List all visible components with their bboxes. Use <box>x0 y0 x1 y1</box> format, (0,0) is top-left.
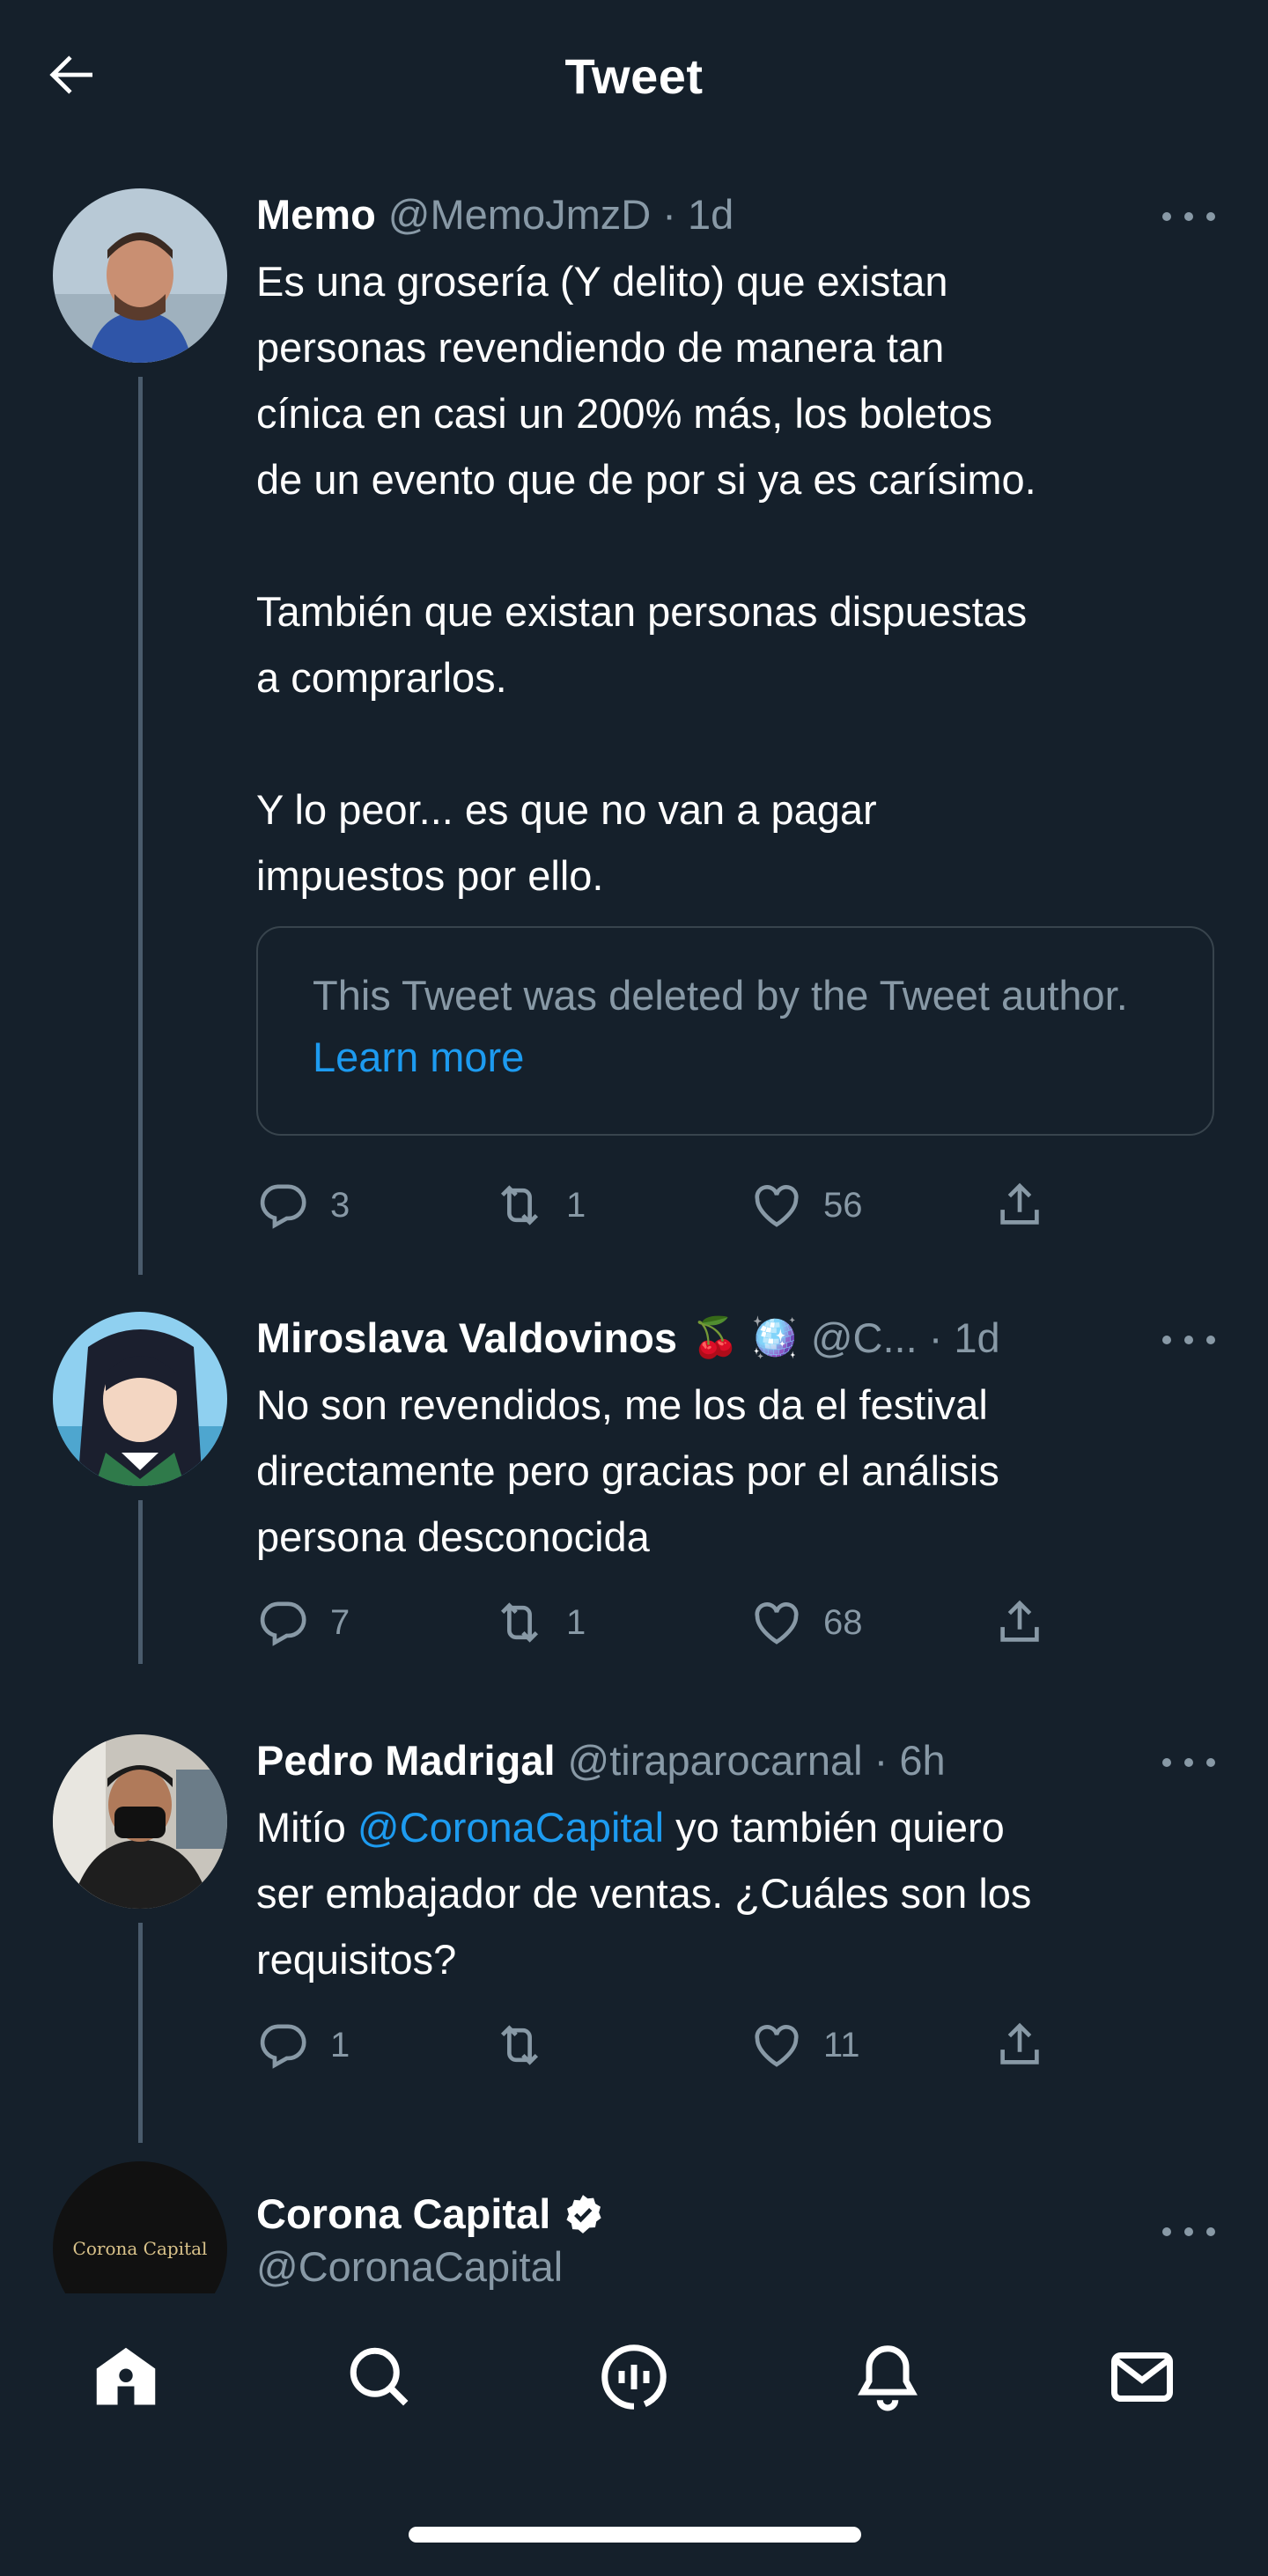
tweet-header: Miroslava Valdovinos 🍒 🪩 @C... · 1d <box>256 1312 1215 1365</box>
home-icon <box>96 2347 156 2405</box>
handle-time[interactable]: @tiraparocarnal · 6h <box>568 1734 946 1787</box>
like-count: 68 <box>823 1602 863 1642</box>
like-button[interactable]: 56 <box>749 1174 863 1236</box>
top-bar: Tweet <box>0 0 1268 151</box>
tweet-actions: 1 11 <box>256 2014 1137 2076</box>
reply-count: 1 <box>330 2025 350 2064</box>
like-button[interactable]: 68 <box>749 1592 863 1653</box>
tweet-text: Es una grosería (Y delito) que existan p… <box>256 258 1036 899</box>
retweet-button[interactable] <box>492 2014 566 2076</box>
tweet-actions: 7 1 68 <box>256 1592 1137 1653</box>
bottom-tab-bar <box>0 2298 1268 2456</box>
tab-notifications[interactable] <box>848 2337 927 2417</box>
reply-button[interactable]: 3 <box>256 1174 350 1236</box>
thread-line <box>138 377 143 1275</box>
home-indicator <box>409 2527 861 2543</box>
display-name[interactable]: Memo <box>256 188 376 241</box>
verified-badge-icon <box>566 2195 601 2234</box>
thread-line <box>138 1923 143 2143</box>
reply-count: 3 <box>330 1185 350 1225</box>
handle-time[interactable]: @C... · 1d <box>811 1312 1000 1365</box>
handle-time[interactable]: @MemoJmzD · 1d <box>388 188 734 241</box>
tweet-text: Mitío @CoronaCapital yo también quiero s… <box>256 1804 1032 1983</box>
like-count: 11 <box>823 2025 860 2064</box>
share-button[interactable] <box>992 1174 1047 1236</box>
reply-icon <box>260 2024 306 2069</box>
retweet-count: 1 <box>566 1602 586 1642</box>
tab-home[interactable] <box>86 2337 166 2417</box>
tweet-miroslava[interactable]: Miroslava Valdovinos 🍒 🪩 @C... · 1d No s… <box>0 1312 1268 1682</box>
deleted-notice: This Tweet was deleted by the Tweet auth… <box>313 972 1128 1019</box>
arrow-left-icon <box>49 55 92 94</box>
more-options-icon[interactable] <box>1162 2214 1215 2249</box>
retweet-icon <box>500 1602 539 1643</box>
more-options-icon[interactable] <box>1162 1745 1215 1780</box>
avatar[interactable] <box>53 188 227 363</box>
mention-link[interactable]: @CoronaCapital <box>358 1804 664 1851</box>
reply-button[interactable]: 1 <box>256 2014 350 2076</box>
tab-search[interactable] <box>340 2337 419 2417</box>
reply-icon <box>260 1184 306 1229</box>
tweet-pedro[interactable]: Pedro Madrigal @tiraparocarnal · 6h Mití… <box>0 1734 1268 2148</box>
display-name[interactable]: Corona Capital <box>256 2188 550 2241</box>
name-emoji: 🍒 🪩 <box>691 1316 799 1359</box>
share-icon <box>1000 1600 1039 1642</box>
thread-line <box>138 1500 143 1664</box>
tweet-header: Corona Capital <box>256 2188 1215 2241</box>
tab-messages[interactable] <box>1102 2337 1182 2417</box>
notifications-icon <box>858 2345 918 2411</box>
display-name[interactable]: Miroslava Valdovinos <box>256 1312 677 1365</box>
more-options-icon[interactable] <box>1162 1322 1215 1358</box>
avatar[interactable] <box>53 1312 227 1486</box>
back-button[interactable] <box>33 44 109 106</box>
retweet-icon <box>500 2025 539 2065</box>
tweet-header: Memo @MemoJmzD · 1d <box>256 188 1215 241</box>
learn-more-link[interactable]: Learn more <box>313 1034 524 1080</box>
search-icon <box>350 2347 409 2406</box>
like-button[interactable]: 11 <box>749 2014 860 2076</box>
messages-icon <box>1111 2352 1173 2402</box>
like-count: 56 <box>823 1185 863 1225</box>
avatar-logo-text: Corona Capital <box>72 2238 208 2259</box>
like-icon <box>755 2025 799 2067</box>
reply-count: 7 <box>330 1602 350 1642</box>
more-options-icon[interactable] <box>1162 199 1215 234</box>
tweet-corona-capital[interactable]: Corona Capital Corona Capital @CoronaCap… <box>0 2161 1268 2293</box>
share-button[interactable] <box>992 1592 1047 1653</box>
display-name[interactable]: Pedro Madrigal <box>256 1734 556 1787</box>
tweet-memo[interactable]: Memo @MemoJmzD · 1d Es una grosería (Y d… <box>0 188 1268 1275</box>
reply-button[interactable]: 7 <box>256 1592 350 1653</box>
retweet-count: 1 <box>566 1185 586 1225</box>
reply-icon <box>260 1601 306 1646</box>
retweet-button[interactable]: 1 <box>492 1592 586 1653</box>
deleted-quote-card: This Tweet was deleted by the Tweet auth… <box>256 926 1214 1136</box>
share-button[interactable] <box>992 2014 1047 2076</box>
tab-spaces[interactable] <box>594 2337 674 2417</box>
share-icon <box>1000 2022 1039 2064</box>
retweet-icon <box>500 1185 539 1225</box>
like-icon <box>755 1602 799 1645</box>
page-title: Tweet <box>564 48 704 104</box>
avatar[interactable] <box>53 1734 227 1909</box>
share-icon <box>1000 1182 1039 1225</box>
tweet-actions: 3 1 56 <box>256 1174 1137 1236</box>
tweet-header: Pedro Madrigal @tiraparocarnal · 6h <box>256 1734 1215 1787</box>
spaces-icon <box>601 2344 667 2410</box>
handle-line: @CoronaCapital <box>256 2241 1215 2293</box>
tweet-text: No son revendidos, me los da el festival… <box>256 1381 999 1560</box>
avatar[interactable]: Corona Capital <box>53 2161 227 2293</box>
retweet-button[interactable]: 1 <box>492 1174 586 1236</box>
like-icon <box>755 1185 799 1227</box>
handle-time[interactable]: @CoronaCapital <box>256 2241 563 2293</box>
